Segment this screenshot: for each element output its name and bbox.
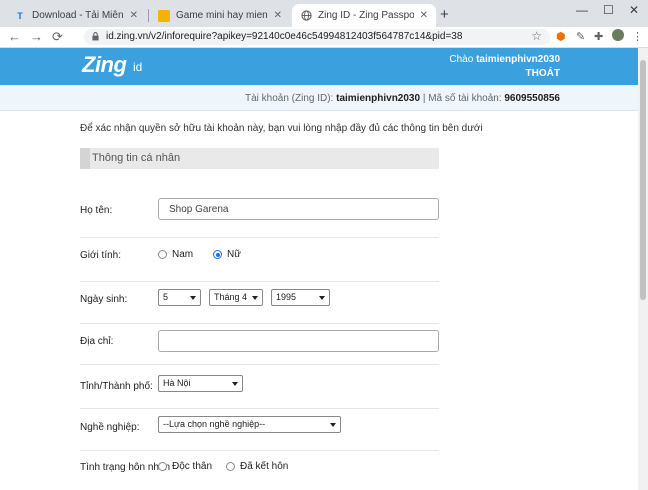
job-label: Nghề nghiệp: [80, 422, 140, 433]
zing-logo[interactable]: Zing [82, 52, 127, 78]
row-divider [80, 281, 439, 282]
birth-year-select[interactable]: 1995 [271, 289, 330, 306]
tab-title: Download - Tải Miễn Phí VN - Ph [32, 10, 124, 21]
radio-label: Nam [172, 249, 194, 260]
row-divider [80, 450, 439, 451]
chevron-down-icon [232, 382, 238, 386]
select-value: 1995 [276, 292, 297, 302]
marital-single-radio[interactable]: Độc thân [158, 461, 212, 472]
city-label: Tỉnh/Thành phố: [80, 381, 153, 392]
lock-icon [92, 32, 99, 41]
forward-icon[interactable]: → [30, 29, 43, 44]
browser-window: T Download - Tải Miễn Phí VN - Ph ✕ Game… [0, 0, 648, 490]
chevron-down-icon [252, 296, 258, 300]
chevron-down-icon [190, 296, 196, 300]
fullname-label: Họ tên: [80, 205, 113, 216]
url-text: id.zing.vn/v2/inforequire?apikey=92140c0… [106, 31, 463, 42]
address-bar[interactable]: id.zing.vn/v2/inforequire?apikey=92140c0… [84, 29, 550, 45]
greeting: Chào taimienphivn2030 [449, 54, 560, 65]
chevron-down-icon [330, 423, 336, 427]
city-select[interactable]: Hà Nội [158, 375, 243, 392]
birth-month-select[interactable]: Tháng 4 [209, 289, 263, 306]
close-tab-icon[interactable]: ✕ [130, 10, 138, 21]
tab-game[interactable]: Game mini hay mien phi - Choi g ✕ [150, 4, 290, 27]
game-icon [158, 9, 170, 22]
logout-link[interactable]: THOÁT [526, 68, 560, 79]
logo-suffix: id [133, 60, 143, 74]
tab-separator [148, 9, 149, 22]
select-value: 5 [163, 292, 169, 302]
browser-toolbar: ← → ⟳ id.zing.vn/v2/inforequire?apikey=9… [0, 27, 648, 48]
tab-strip: T Download - Tải Miễn Phí VN - Ph ✕ Game… [0, 0, 648, 27]
gender-female-radio[interactable]: Nữ [213, 249, 241, 260]
close-tab-icon[interactable]: ✕ [420, 10, 428, 21]
marital-married-radio[interactable]: Đã kết hôn [226, 461, 288, 472]
intro-text: Để xác nhận quyền sở hữu tài khoản này, … [80, 123, 483, 134]
radio-label: Đã kết hôn [240, 461, 289, 472]
account-info: Tài khoản (Zing ID): taimienphivn2030 | … [244, 93, 560, 104]
page-content: Zing id Chào taimienphivn2030 THOÁT Tài … [0, 48, 638, 490]
radio-button[interactable] [158, 250, 167, 259]
radio-label: Độc thân [172, 461, 213, 472]
select-value: Hà Nội [163, 378, 191, 388]
fullname-input[interactable]: Shop Garena [158, 198, 439, 220]
section-header: Thông tin cá nhân [80, 148, 439, 169]
radio-label: Nữ [227, 249, 241, 260]
tab-title: Game mini hay mien phi - Choi g [176, 10, 268, 21]
tab-download[interactable]: T Download - Tải Miễn Phí VN - Ph ✕ [6, 4, 146, 27]
scroll-thumb[interactable] [640, 60, 646, 300]
menu-dots-icon[interactable]: ⋮ [632, 30, 643, 43]
eyedropper-icon[interactable]: ✎ [576, 30, 585, 43]
radio-button[interactable] [226, 462, 235, 471]
back-icon[interactable]: ← [8, 29, 21, 44]
account-bar: Tài khoản (Zing ID): taimienphivn2030 | … [0, 85, 638, 111]
radio-button[interactable] [158, 462, 167, 471]
address-label: Địa chỉ: [80, 336, 114, 347]
job-select[interactable]: --Lựa chọn nghề nghiệp-- [158, 416, 341, 433]
extension-icon[interactable]: ⬢ [556, 30, 566, 43]
maximize-icon[interactable]: ☐ [603, 3, 614, 17]
close-window-icon[interactable]: ✕ [629, 3, 639, 17]
birth-day-select[interactable]: 5 [158, 289, 201, 306]
row-divider [80, 364, 439, 365]
tab-title: Zing ID - Zing Passport - Tài khoả [318, 10, 414, 21]
download-site-icon: T [17, 10, 23, 21]
gender-male-radio[interactable]: Nam [158, 249, 193, 260]
tab-zing-id[interactable]: Zing ID - Zing Passport - Tài khoả ✕ [292, 4, 436, 27]
row-divider [80, 408, 439, 409]
bookmark-star-icon[interactable]: ☆ [531, 29, 542, 43]
extensions-puzzle-icon[interactable]: ✚ [594, 30, 603, 43]
close-tab-icon[interactable]: ✕ [274, 10, 282, 21]
globe-icon [300, 10, 312, 22]
reload-icon[interactable]: ⟳ [52, 29, 63, 45]
profile-avatar[interactable] [612, 29, 624, 44]
marital-label: Tình trạng hôn nhân [80, 462, 171, 473]
birthday-label: Ngày sinh: [80, 294, 128, 305]
address-input[interactable] [158, 330, 439, 352]
row-divider [80, 323, 439, 324]
page-scrollbar[interactable] [638, 48, 648, 490]
chevron-down-icon [319, 296, 325, 300]
zing-header: Zing id Chào taimienphivn2030 THOÁT [0, 48, 638, 85]
new-tab-icon[interactable]: + [440, 6, 449, 23]
minimize-icon[interactable]: — [576, 3, 588, 17]
gender-label: Giới tính: [80, 250, 122, 261]
select-value: --Lựa chọn nghề nghiệp-- [163, 419, 266, 429]
section-title: Thông tin cá nhân [92, 152, 181, 164]
select-value: Tháng 4 [214, 292, 248, 302]
radio-button-selected[interactable] [213, 250, 222, 259]
row-divider [80, 237, 439, 238]
